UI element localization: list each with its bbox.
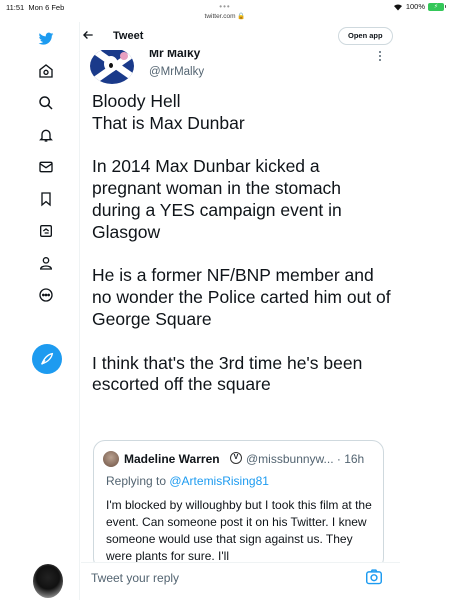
page-title: Tweet (113, 30, 144, 42)
twitter-bird-icon[interactable] (37, 30, 55, 48)
home-icon[interactable] (37, 62, 55, 80)
tweet: Mr Malky @MrMalky Bloody Hell That is Ma… (81, 50, 400, 562)
quoted-replying-to: Replying to @ArtemisRising81 (106, 474, 269, 488)
browser-more-dots-icon[interactable]: ••• (0, 3, 450, 11)
open-app-button[interactable]: Open app (338, 27, 393, 45)
quoted-tweet[interactable]: Madeline Warren V @missbunnyw... · 16h R… (93, 440, 384, 562)
lists-icon[interactable] (37, 222, 55, 240)
search-icon[interactable] (37, 94, 55, 112)
reply-input[interactable]: Tweet your reply (91, 571, 179, 585)
account-avatar[interactable] (33, 564, 63, 598)
quoted-tweet-text: I'm blocked by willoughby but I took thi… (106, 498, 372, 562)
author-handle[interactable]: @MrMalky (149, 66, 204, 78)
replying-to-handle[interactable]: @ArtemisRising81 (169, 474, 269, 488)
profile-icon[interactable] (37, 254, 55, 272)
author-avatar[interactable] (90, 50, 134, 84)
quoted-author-avatar (103, 451, 119, 467)
sidebar (0, 22, 80, 600)
compose-feather-icon (41, 352, 54, 365)
notifications-bell-icon[interactable] (37, 126, 55, 144)
back-arrow-icon[interactable] (81, 28, 95, 42)
tweet-text: Bloody Hell That is Max Dunbar In 2014 M… (92, 91, 391, 395)
more-options-icon[interactable] (377, 50, 383, 62)
more-circle-icon[interactable] (37, 286, 55, 304)
verified-badge-icon: V (230, 452, 242, 464)
browser-url-bar[interactable]: ••• twitter.com 🔒 (0, 3, 450, 21)
compose-tweet-button[interactable] (32, 344, 62, 374)
bookmark-icon[interactable] (37, 190, 55, 208)
reply-bar: Tweet your reply (81, 562, 400, 600)
messages-envelope-icon[interactable] (37, 158, 55, 176)
quoted-author-handle: @missbunnyw... · 16h (246, 452, 365, 466)
camera-icon[interactable] (365, 569, 383, 585)
url-text[interactable]: twitter.com 🔒 (0, 12, 450, 20)
tweet-header: Tweet Open app (81, 22, 400, 50)
quoted-author-name: Madeline Warren (124, 452, 220, 466)
author-name[interactable]: Mr Malky (149, 50, 200, 60)
